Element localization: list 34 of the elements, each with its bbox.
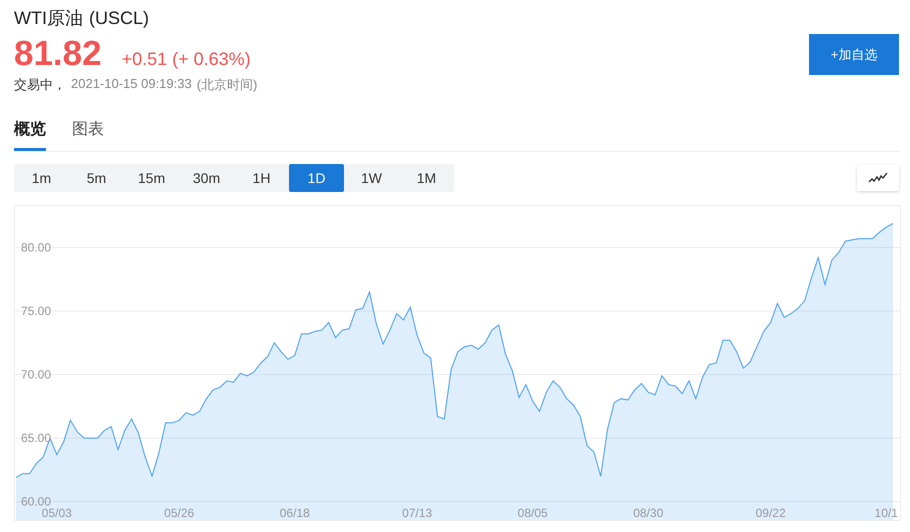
tab[interactable]: 图表 (72, 115, 104, 151)
y-axis-label: 70.00 (21, 368, 52, 382)
y-axis-label: 65.00 (21, 431, 52, 446)
x-axis-label: 05/03 (42, 506, 72, 520)
x-axis-label: 10/1 (874, 506, 898, 520)
y-axis-label: 80.00 (21, 240, 52, 255)
price-change: +0.51 (122, 49, 168, 70)
x-axis-label: 08/05 (518, 506, 548, 520)
period-button[interactable]: 1m (14, 164, 69, 192)
y-axis-label: 60.00 (21, 494, 52, 509)
line-chart-icon (868, 172, 888, 184)
x-axis-label: 07/13 (402, 506, 432, 520)
last-price: 81.82 (14, 34, 102, 74)
period-button[interactable]: 1W (344, 164, 399, 192)
period-button[interactable]: 15m (124, 164, 179, 192)
add-watchlist-button[interactable]: +加自选 (809, 34, 899, 75)
tab[interactable]: 概览 (14, 115, 46, 151)
x-axis-label: 06/18 (280, 506, 310, 520)
x-axis-label: 08/30 (633, 506, 664, 520)
timezone-label: (北京时间) (196, 76, 258, 94)
period-button[interactable]: 1D (289, 164, 344, 192)
trading-status: 交易中， (14, 76, 66, 94)
percent-change: (+ 0.63%) (172, 49, 251, 70)
timestamp: 2021-10-15 09:19:33 (71, 76, 192, 93)
instrument-name: WTI原油 (14, 7, 83, 30)
x-axis-label: 05/26 (164, 506, 194, 520)
period-button[interactable]: 5m (69, 164, 124, 192)
period-button[interactable]: 1H (234, 164, 289, 192)
instrument-code: (USCL) (89, 7, 150, 30)
x-axis-label: 09/22 (756, 506, 786, 520)
period-button[interactable]: 30m (179, 164, 234, 192)
period-button[interactable]: 1M (399, 164, 454, 192)
chart-type-button[interactable] (857, 165, 899, 191)
y-axis-label: 75.00 (21, 304, 52, 318)
